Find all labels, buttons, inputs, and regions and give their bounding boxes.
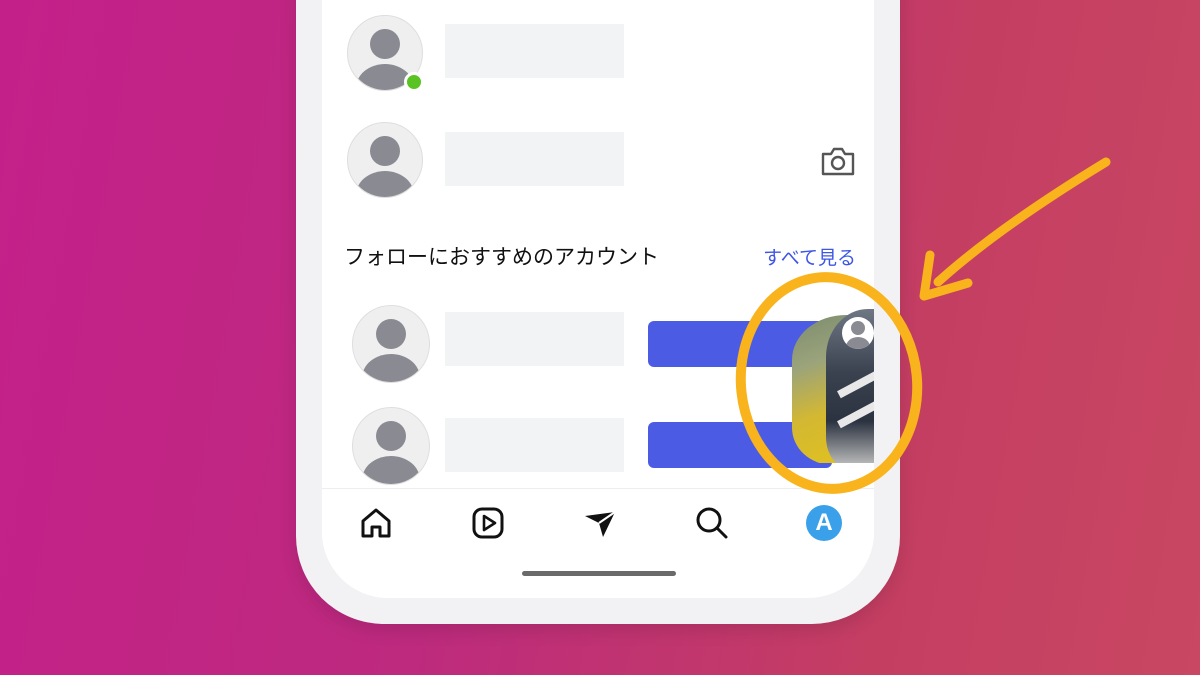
home-indicator	[522, 571, 676, 576]
username-placeholder	[445, 132, 624, 186]
avatar[interactable]	[352, 305, 430, 383]
avatar[interactable]	[352, 407, 430, 485]
reels-icon[interactable]	[470, 505, 506, 541]
avatar[interactable]	[347, 122, 423, 198]
online-status-dot	[404, 72, 424, 92]
phone-screen: フォローにおすすめのアカウント すべて見る A	[322, 0, 874, 598]
profile-icon[interactable]: A	[806, 505, 842, 541]
search-icon[interactable]	[694, 505, 730, 541]
tab-bar: A	[322, 488, 874, 559]
username-placeholder	[445, 24, 624, 78]
suggested-accounts-title: フォローにおすすめのアカウント	[344, 245, 659, 269]
avatar[interactable]	[347, 15, 424, 92]
home-icon[interactable]	[358, 505, 394, 541]
account-switcher-popup[interactable]	[790, 309, 874, 463]
avatar[interactable]	[842, 317, 874, 349]
direct-send-icon[interactable]	[582, 505, 618, 541]
camera-icon[interactable]	[820, 145, 856, 177]
profile-tab[interactable]: A	[806, 505, 842, 541]
see-all-link[interactable]: すべて見る	[763, 243, 856, 270]
username-placeholder	[445, 418, 624, 472]
arrow-shaft	[933, 157, 1111, 287]
username-placeholder	[445, 312, 624, 366]
arrow-head	[919, 250, 973, 301]
